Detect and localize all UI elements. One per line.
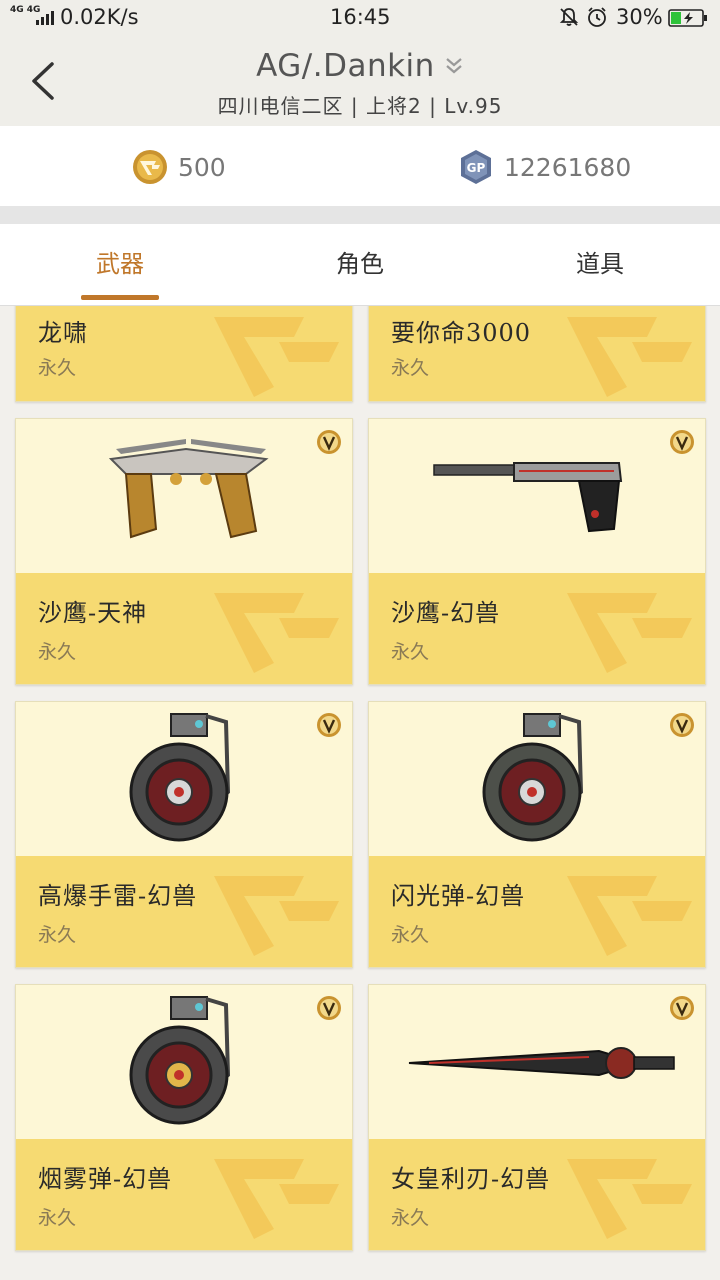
item-card[interactable]: 沙鹰-天神 永久 (15, 418, 353, 685)
status-bar: 4G 4G 0.02K/s 16:45 30% (0, 0, 720, 36)
item-card[interactable]: 要你命3000 永久 (368, 306, 706, 402)
item-name: 烟雾弹-幻兽 (38, 1165, 173, 1193)
grenade-image (482, 713, 584, 842)
battery-percent: 30% (616, 5, 663, 29)
item-card[interactable]: 烟雾弹-幻兽 永久 (15, 984, 353, 1251)
item-name: 龙啸 (38, 319, 88, 347)
dual-pistols-image (108, 439, 269, 539)
item-card[interactable]: 沙鹰-幻兽 永久 (368, 418, 706, 685)
vip-badge-icon (670, 430, 694, 454)
cf-watermark-icon (214, 593, 339, 673)
item-name: 要你命3000 (391, 319, 532, 347)
tab-items[interactable]: 道具 (480, 224, 720, 306)
item-duration: 永久 (38, 1207, 77, 1229)
gp-coin-icon: GP (461, 150, 491, 184)
item-duration: 永久 (391, 1207, 430, 1229)
item-name: 高爆手雷-幻兽 (38, 882, 198, 910)
gp-label: GP (467, 161, 486, 175)
cf-watermark-icon (567, 593, 692, 673)
item-duration: 永久 (38, 641, 77, 663)
vip-badge-icon (317, 996, 341, 1020)
mute-bell-icon (559, 8, 579, 26)
cf-coin-icon (133, 150, 167, 184)
cf-points: 500 (132, 148, 226, 186)
item-card[interactable]: 女皇利刃-幻兽 永久 (368, 984, 706, 1251)
item-name: 沙鹰-天神 (38, 599, 148, 627)
double-chevron-down-icon[interactable] (444, 55, 464, 77)
category-tabs: 武器 角色 道具 (0, 224, 720, 306)
gp-points: GP 12261680 (458, 148, 631, 186)
vip-badge-icon (317, 713, 341, 737)
vip-badge-icon (670, 713, 694, 737)
item-duration: 永久 (38, 924, 77, 946)
tab-characters[interactable]: 角色 (240, 224, 480, 306)
cf-watermark-icon (214, 317, 339, 397)
item-name: 沙鹰-幻兽 (391, 599, 501, 627)
cf-points-amount: 500 (178, 152, 226, 182)
cf-watermark-icon (214, 876, 339, 956)
battery-charging-icon (668, 9, 707, 27)
vip-badge-icon (317, 430, 341, 454)
signal-icon (36, 9, 54, 25)
server-rank-level: 四川电信二区 | 上将2 | Lv.95 (217, 94, 503, 118)
currency-bar: 500 GP 12261680 (0, 126, 720, 206)
pistol-image (433, 462, 623, 533)
cf-watermark-icon (567, 317, 692, 397)
item-duration: 永久 (391, 357, 430, 379)
cf-watermark-icon (567, 876, 692, 956)
gp-amount: 12261680 (504, 152, 632, 182)
knife-image (408, 1047, 675, 1079)
network-speed: 0.02K/s (60, 5, 139, 29)
item-duration: 永久 (391, 924, 430, 946)
item-card[interactable]: 闪光弹-幻兽 永久 (368, 701, 706, 968)
item-name: 闪光弹-幻兽 (391, 882, 526, 910)
item-card[interactable]: 高爆手雷-幻兽 永久 (15, 701, 353, 968)
player-name: AG/.Dankin (256, 48, 435, 84)
item-duration: 永久 (38, 357, 77, 379)
clock: 16:45 (330, 5, 391, 29)
tab-weapons[interactable]: 武器 (0, 224, 240, 306)
alarm-icon (588, 7, 606, 27)
grenade-image (129, 713, 231, 842)
grenade-image (129, 996, 231, 1125)
item-name: 女皇利刃-幻兽 (391, 1165, 551, 1193)
section-divider (0, 206, 720, 224)
header: AG/.Dankin 四川电信二区 | 上将2 | Lv.95 (0, 36, 720, 126)
item-grid: 龙啸 永久 要你命3000 永久 沙鹰-天神 永久 沙鹰-幻兽 永久 高爆手雷-… (0, 306, 720, 1280)
vip-badge-icon (670, 996, 694, 1020)
item-duration: 永久 (391, 641, 430, 663)
cf-watermark-icon (567, 1159, 692, 1239)
active-tab-indicator (81, 295, 159, 300)
cf-watermark-icon (214, 1159, 339, 1239)
item-card[interactable]: 龙啸 永久 (15, 306, 353, 402)
